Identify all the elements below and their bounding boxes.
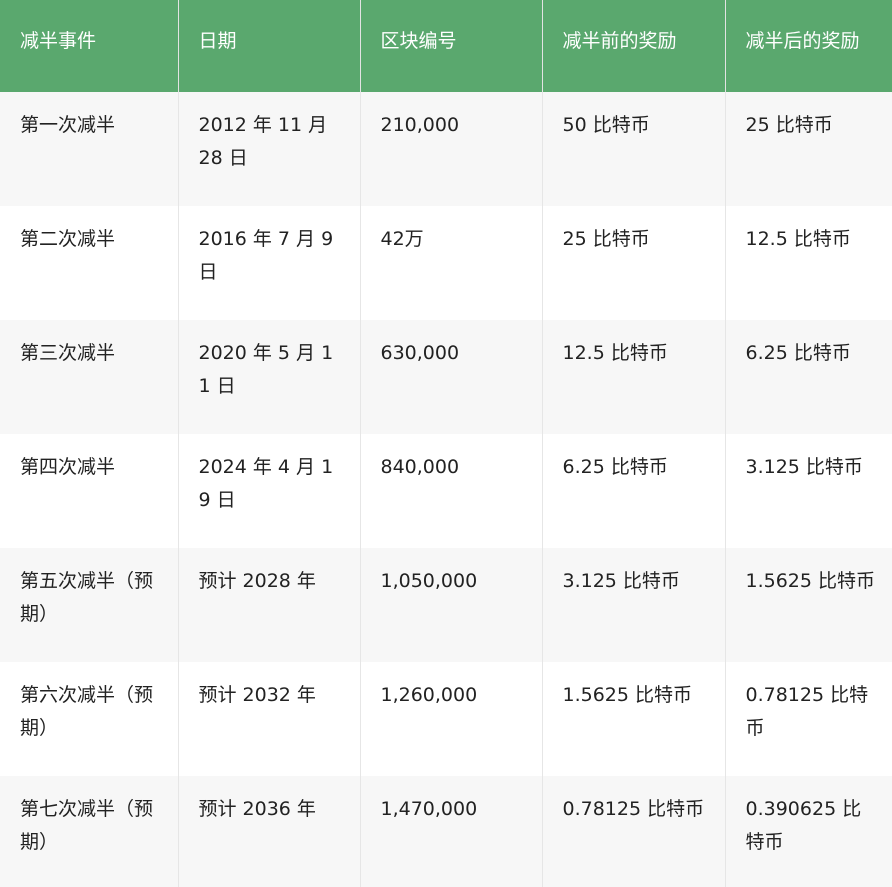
table-row: 第三次减半 2020 年 5 月 11 日 630,000 12.5 比特币 6… — [0, 320, 892, 434]
cell-event: 第三次减半 — [0, 320, 179, 434]
cell-reward-before: 50 比特币 — [542, 92, 726, 206]
cell-date: 2016 年 7 月 9 日 — [178, 206, 361, 320]
cell-reward-after: 3.125 比特币 — [725, 434, 892, 548]
cell-event: 第二次减半 — [0, 206, 179, 320]
cell-date: 2020 年 5 月 11 日 — [178, 320, 361, 434]
cell-block: 42万 — [360, 206, 543, 320]
cell-reward-before: 25 比特币 — [542, 206, 726, 320]
table-body: 第一次减半 2012 年 11 月 28 日 210,000 50 比特币 25… — [0, 92, 892, 887]
header-row: 减半事件 日期 区块编号 减半前的奖励 减半后的奖励 — [0, 0, 892, 92]
table-row: 第五次减半（预期） 预计 2028 年 1,050,000 3.125 比特币 … — [0, 548, 892, 662]
cell-reward-after: 6.25 比特币 — [725, 320, 892, 434]
table-row: 第六次减半（预期） 预计 2032 年 1,260,000 1.5625 比特币… — [0, 662, 892, 776]
cell-reward-before: 12.5 比特币 — [542, 320, 726, 434]
table-row: 第一次减半 2012 年 11 月 28 日 210,000 50 比特币 25… — [0, 92, 892, 206]
cell-event: 第一次减半 — [0, 92, 179, 206]
cell-reward-before: 1.5625 比特币 — [542, 662, 726, 776]
cell-event: 第四次减半 — [0, 434, 179, 548]
header-block-number: 区块编号 — [360, 0, 543, 92]
table-row: 第四次减半 2024 年 4 月 19 日 840,000 6.25 比特币 3… — [0, 434, 892, 548]
table-row: 第二次减半 2016 年 7 月 9 日 42万 25 比特币 12.5 比特币 — [0, 206, 892, 320]
table-row: 第七次减半（预期） 预计 2036 年 1,470,000 0.78125 比特… — [0, 776, 892, 887]
cell-reward-before: 6.25 比特币 — [542, 434, 726, 548]
header-date: 日期 — [178, 0, 361, 92]
header-reward-after: 减半后的奖励 — [725, 0, 892, 92]
cell-reward-after: 0.390625 比特币 — [725, 776, 892, 887]
cell-block: 1,050,000 — [360, 548, 543, 662]
cell-reward-after: 0.78125 比特币 — [725, 662, 892, 776]
cell-date: 预计 2032 年 — [178, 662, 361, 776]
cell-reward-after: 25 比特币 — [725, 92, 892, 206]
cell-reward-before: 0.78125 比特币 — [542, 776, 726, 887]
table-header: 减半事件 日期 区块编号 减半前的奖励 减半后的奖励 — [0, 0, 892, 92]
cell-block: 630,000 — [360, 320, 543, 434]
header-reward-before: 减半前的奖励 — [542, 0, 726, 92]
cell-event: 第六次减半（预期） — [0, 662, 179, 776]
bitcoin-halving-table: 减半事件 日期 区块编号 减半前的奖励 减半后的奖励 第一次减半 2012 年 … — [0, 0, 892, 887]
cell-block: 1,260,000 — [360, 662, 543, 776]
cell-block: 1,470,000 — [360, 776, 543, 887]
cell-event: 第五次减半（预期） — [0, 548, 179, 662]
cell-date: 预计 2036 年 — [178, 776, 361, 887]
cell-reward-after: 1.5625 比特币 — [725, 548, 892, 662]
cell-event: 第七次减半（预期） — [0, 776, 179, 887]
cell-date: 预计 2028 年 — [178, 548, 361, 662]
cell-date: 2024 年 4 月 19 日 — [178, 434, 361, 548]
cell-block: 210,000 — [360, 92, 543, 206]
cell-block: 840,000 — [360, 434, 543, 548]
cell-reward-after: 12.5 比特币 — [725, 206, 892, 320]
header-halving-event: 减半事件 — [0, 0, 179, 92]
cell-date: 2012 年 11 月 28 日 — [178, 92, 361, 206]
cell-reward-before: 3.125 比特币 — [542, 548, 726, 662]
